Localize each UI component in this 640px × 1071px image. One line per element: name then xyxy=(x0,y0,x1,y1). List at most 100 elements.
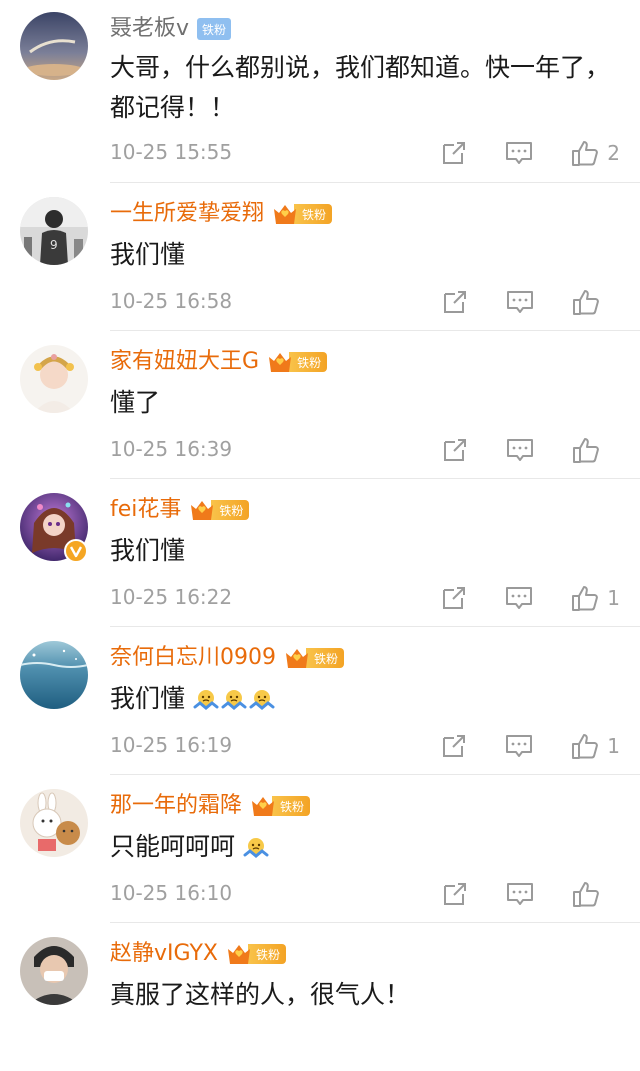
timestamp: 10-25 16:58 xyxy=(110,289,233,313)
like-count: 1 xyxy=(607,586,620,610)
comment-item: 聂老板v 铁粉 大哥，什么都别说，我们都知道。快一年了，都记得！！ 10-25 … xyxy=(0,0,640,183)
avatar[interactable]: 9 xyxy=(20,197,88,265)
share-icon xyxy=(444,291,466,313)
share-icon xyxy=(444,883,466,905)
comment-button[interactable] xyxy=(506,437,534,463)
avatar[interactable] xyxy=(20,641,88,709)
share-button[interactable] xyxy=(442,881,468,907)
comment-text: 我们懂 xyxy=(110,679,610,719)
username[interactable]: 赵静vIGYX xyxy=(110,937,218,971)
comment-text-body: 我们懂 xyxy=(110,684,186,713)
action-bar xyxy=(404,285,620,319)
username[interactable]: 家有妞妞大王G xyxy=(110,345,259,379)
comment-button[interactable] xyxy=(505,140,533,166)
thumbs-up-icon xyxy=(573,882,599,907)
crown-icon xyxy=(189,497,215,523)
like-button[interactable] xyxy=(572,436,620,464)
comment-text: 我们懂 xyxy=(110,536,186,565)
like-button[interactable] xyxy=(572,880,620,908)
username[interactable]: 奈何白忘川0909 xyxy=(110,641,276,675)
thumbs-up-icon xyxy=(572,734,599,759)
fan-badge: 铁粉 xyxy=(272,201,333,227)
like-button[interactable]: 1 xyxy=(571,584,620,612)
action-bar: 2 xyxy=(403,136,620,170)
action-bar xyxy=(404,433,620,467)
shrug-emoji-icon xyxy=(249,690,275,710)
share-button[interactable] xyxy=(441,733,467,759)
share-icon xyxy=(443,587,466,609)
username[interactable]: 那一年的霜降 xyxy=(110,789,242,823)
fan-badge: 铁粉 xyxy=(189,497,250,523)
thumbs-up-icon xyxy=(572,586,599,611)
like-button[interactable]: 1 xyxy=(571,732,620,760)
comment-button[interactable] xyxy=(505,733,533,759)
shrug-emoji-icon xyxy=(193,690,219,710)
share-button[interactable] xyxy=(441,140,467,166)
like-button[interactable] xyxy=(572,288,620,316)
avatar[interactable] xyxy=(20,937,88,1005)
shrug-emoji-icon xyxy=(221,690,247,710)
crown-icon xyxy=(272,201,298,227)
share-icon xyxy=(443,142,466,164)
fan-badge: 铁粉 xyxy=(226,943,286,965)
action-bar xyxy=(404,877,620,911)
avatar[interactable] xyxy=(20,12,88,80)
comment-icon xyxy=(506,735,533,757)
comment-item: 家有妞妞大王G 铁粉 懂了 10-25 16:39 xyxy=(0,331,640,479)
timestamp: 10-25 16:10 xyxy=(110,881,233,905)
comment-text: 我们懂 xyxy=(110,240,186,269)
share-button[interactable] xyxy=(441,585,467,611)
comment-text: 懂了 xyxy=(110,388,161,417)
name-row: 奈何白忘川0909 铁粉 xyxy=(110,641,345,675)
svg-text:9: 9 xyxy=(50,238,58,252)
shrug-emoji-icon xyxy=(243,838,269,858)
avatar[interactable] xyxy=(20,345,88,413)
comment-item: 那一年的霜降 铁粉 只能呵呵呵 10-25 16:10 xyxy=(0,775,640,923)
avatar[interactable] xyxy=(20,789,88,857)
thumbs-up-icon xyxy=(573,290,599,315)
verified-v-icon xyxy=(64,539,88,563)
fan-badge: 铁粉 xyxy=(197,18,232,40)
comment-button[interactable] xyxy=(506,881,534,907)
fan-badge: 铁粉 xyxy=(250,795,311,817)
like-count: 2 xyxy=(607,141,620,165)
crown-icon xyxy=(267,349,293,375)
name-row: 那一年的霜降 铁粉 xyxy=(110,789,311,823)
comment-item: 奈何白忘川0909 铁粉 我们懂 10-25 16:19 1 xyxy=(0,627,640,775)
comment-text: 真服了这样的人，很气人！ xyxy=(110,980,411,1009)
crown-icon xyxy=(284,645,310,671)
like-count: 1 xyxy=(607,734,620,758)
username[interactable]: 一生所爱挚爱翔 xyxy=(110,197,264,231)
share-icon xyxy=(443,735,466,757)
timestamp: 10-25 16:19 xyxy=(110,733,233,757)
timestamp: 10-25 16:39 xyxy=(110,437,233,461)
name-row: 聂老板v 铁粉 xyxy=(110,12,232,46)
name-row: fei花事 铁粉 xyxy=(110,493,250,527)
timestamp: 10-25 15:55 xyxy=(110,140,233,164)
name-row: 赵静vIGYX 铁粉 xyxy=(110,937,286,971)
share-button[interactable] xyxy=(442,289,468,315)
action-bar: 1 xyxy=(403,729,620,763)
comment-item: fei花事 铁粉 我们懂 10-25 16:22 1 xyxy=(0,479,640,627)
comment-button[interactable] xyxy=(506,289,534,315)
comment-item: 赵静vIGYX 铁粉 真服了这样的人，很气人！ xyxy=(0,923,640,1071)
comment-icon xyxy=(507,883,533,905)
username[interactable]: 聂老板v xyxy=(110,12,189,46)
comment-text-body: 只能呵呵呵 xyxy=(110,832,236,861)
comment-icon xyxy=(507,291,533,313)
emoji-group xyxy=(243,835,271,861)
name-row: 一生所爱挚爱翔 铁粉 xyxy=(110,197,333,231)
comment-icon xyxy=(506,142,533,164)
comment-item: 9 一生所爱挚爱翔 铁粉 我们懂 10-25 16:58 xyxy=(0,183,640,331)
fan-badge: 铁粉 xyxy=(267,349,328,375)
crown-icon xyxy=(226,941,252,967)
comment-button[interactable] xyxy=(505,585,533,611)
name-row: 家有妞妞大王G 铁粉 xyxy=(110,345,328,379)
username[interactable]: fei花事 xyxy=(110,493,181,527)
like-button[interactable]: 2 xyxy=(571,139,620,167)
comment-text: 大哥，什么都别说，我们都知道。快一年了，都记得！！ xyxy=(110,53,611,122)
share-button[interactable] xyxy=(442,437,468,463)
comment-icon xyxy=(506,587,533,609)
thumbs-up-icon xyxy=(572,141,599,166)
comment-text: 只能呵呵呵 xyxy=(110,827,610,867)
